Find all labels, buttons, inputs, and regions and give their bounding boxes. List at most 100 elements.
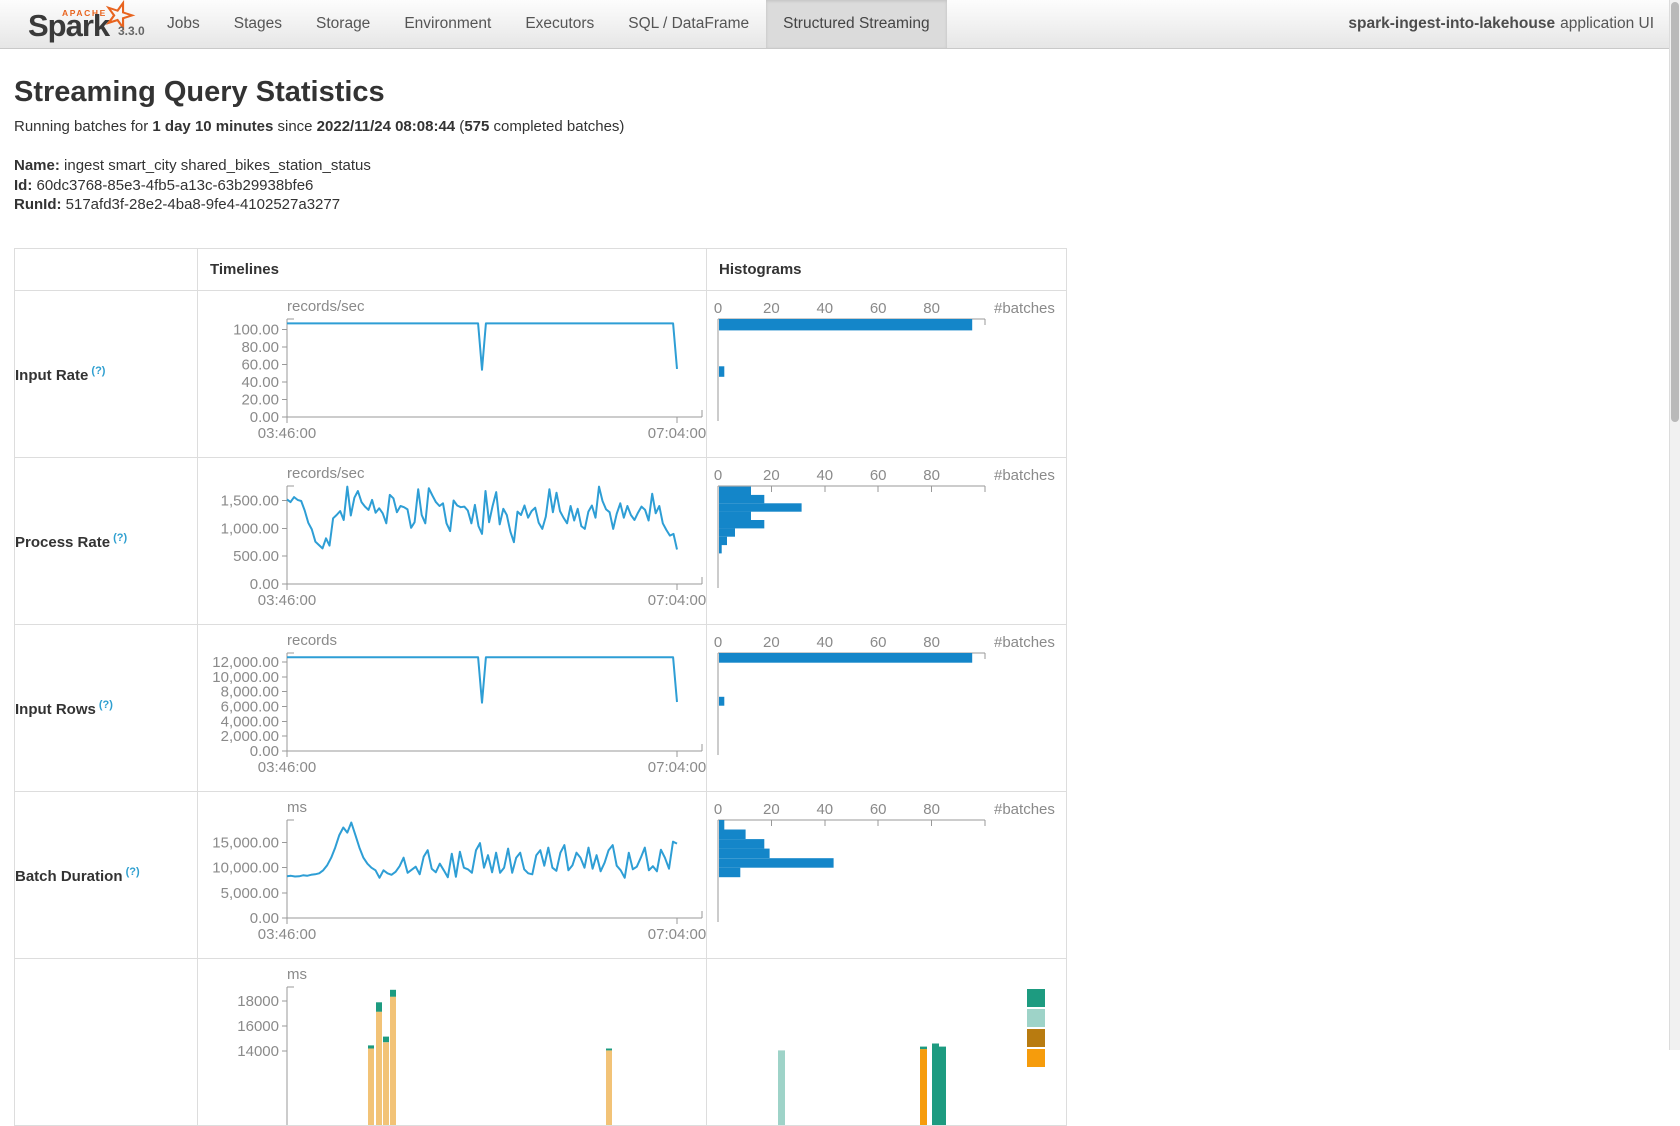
operation-duration-histogram-cell [707,958,1067,1125]
svg-text:07:04:00: 07:04:00 [648,425,706,442]
tab-structured-streaming[interactable]: Structured Streaming [766,0,946,48]
tab-environment[interactable]: Environment [387,0,508,48]
batch-duration-hist-bar [719,858,834,868]
svg-text:20: 20 [763,634,780,651]
running-mid: since [273,118,316,135]
input-rows-histogram-cell: 020406080#batches [707,624,1067,791]
operation-duration-histogram-chart [707,959,1067,1125]
spark-logo-wordmark: Spark [28,8,109,44]
process-rate-hist-bar [719,545,722,553]
operation-duration-timeline-cell: ms180001600014000 [198,958,707,1125]
input-rows-label: Input Rows [15,701,96,718]
running-prefix: Running batches for [14,118,152,135]
tab-storage[interactable]: Storage [299,0,387,48]
process-rate-histogram-cell: 020406080#batches [707,457,1067,624]
svg-text:07:04:00: 07:04:00 [648,759,706,776]
svg-text:#batches: #batches [994,634,1055,651]
svg-text:0: 0 [714,634,722,651]
svg-text:60: 60 [870,300,887,317]
completed-batches-count: 575 [464,118,489,135]
svg-text:80: 80 [923,467,940,484]
operation-duration-bar-segment [383,1042,389,1125]
input-rate-label-cell: Input Rate (?) [15,290,198,457]
input-rate-label: Input Rate [15,367,88,384]
tab-sql-dataframe[interactable]: SQL / DataFrame [611,0,766,48]
svg-text:5,000.00: 5,000.00 [221,884,279,901]
svg-text:ms: ms [287,799,307,816]
batch-duration-help-link[interactable]: (?) [123,866,140,878]
process-rate-timeline-chart: records/sec1,500.001,000.00500.000.0003:… [198,458,707,624]
svg-text:40: 40 [816,634,833,651]
svg-text:20: 20 [763,467,780,484]
input-rows-hist-bar [719,696,724,705]
svg-text:80.00: 80.00 [241,339,279,356]
tab-executors[interactable]: Executors [508,0,611,48]
batch-duration-timeline-cell: ms15,000.0010,000.005,000.000.0003:46:00… [198,791,707,958]
running-suffix: completed batches) [489,118,624,135]
operation-duration-hist-mark [920,1049,927,1125]
input-rate-help-link[interactable]: (?) [88,365,105,377]
process-rate-label: Process Rate [15,534,110,551]
input-rows-line-series [287,657,677,702]
process-rate-histogram-chart: 020406080#batches [707,458,1067,624]
query-name-value: ingest smart_city shared_bikes_station_s… [64,157,371,174]
running-since-timestamp: 2022/11/24 08:08:44 [317,118,455,135]
batch-duration-line-series [287,822,677,877]
top-navigation-bar: APACHE Spark ☆ 3.3.0 JobsStagesStorageEn… [0,0,1680,49]
tab-jobs[interactable]: Jobs [150,0,217,48]
process-rate-hist-bar [719,520,764,528]
svg-text:60: 60 [870,801,887,818]
query-name-label: Name: [14,157,60,174]
svg-text:18000: 18000 [237,993,279,1010]
operation-duration-bar-segment [376,1002,382,1011]
svg-text:03:46:00: 03:46:00 [258,926,316,943]
input-rows-help-link[interactable]: (?) [96,699,113,711]
batch-duration-hist-bar [719,848,770,858]
process-rate-hist-bar [719,503,802,511]
process-rate-hist-bar [719,494,764,502]
svg-text:80: 80 [923,300,940,317]
svg-text:80: 80 [923,801,940,818]
operation-duration-bar-segment [376,1011,382,1124]
batch-duration-hist-bar [719,829,746,839]
scrollbar-thumb[interactable] [1671,2,1679,422]
svg-text:20.00: 20.00 [241,391,279,408]
page-scrollbar[interactable] [1669,0,1680,1050]
operation-duration-bar-segment [390,989,396,996]
svg-text:16000: 16000 [237,1018,279,1035]
svg-text:15,000.00: 15,000.00 [212,834,279,851]
process-rate-timeline-cell: records/sec1,500.001,000.00500.000.0003:… [198,457,707,624]
row-input-rows: Input Rows (?)records12,000.0010,000.008… [15,624,1067,791]
row-operation-duration: ms180001600014000 [15,958,1067,1125]
operation-duration-bar-segment [368,1045,374,1048]
svg-text:40: 40 [816,300,833,317]
process-rate-hist-bar [719,486,751,494]
svg-text:07:04:00: 07:04:00 [648,592,706,609]
svg-text:#batches: #batches [994,300,1055,317]
batch-duration-hist-bar [719,820,724,830]
svg-text:500.00: 500.00 [233,548,279,565]
operation-duration-timeline-chart: ms180001600014000 [198,959,707,1125]
input-rows-histogram-chart: 020406080#batches [707,625,1067,791]
svg-text:60: 60 [870,467,887,484]
batch-duration-histogram-chart: 020406080#batches [707,792,1067,958]
input-rate-timeline-chart: records/sec100.0080.0060.0040.0020.000.0… [198,291,707,457]
operation-duration-bar-segment [368,1048,374,1125]
process-rate-help-link[interactable]: (?) [110,532,127,544]
svg-text:10,000.00: 10,000.00 [212,859,279,876]
row-process-rate: Process Rate (?) records/sec1,500.001,000… [15,457,1067,624]
table-header-row: Timelines Histograms [15,248,1067,290]
operation-duration-hist-mark [920,1046,927,1049]
operation-duration-hist-mark [939,1046,946,1124]
timelines-column-header: Timelines [198,248,707,290]
input-rate-timeline-cell: records/sec100.0080.0060.0040.0020.000.0… [198,290,707,457]
nav-tabs: JobsStagesStorageEnvironmentExecutorsSQL… [150,0,947,48]
tab-stages[interactable]: Stages [217,0,299,48]
input-rate-histogram-chart: 020406080#batches [707,291,1067,457]
input-rate-hist-bar [719,319,972,330]
batch-duration-hist-bar [719,867,740,877]
svg-text:40.00: 40.00 [241,374,279,391]
svg-text:40: 40 [816,801,833,818]
running-paren: ( [455,118,464,135]
running-duration: 1 day 10 minutes [152,118,273,135]
